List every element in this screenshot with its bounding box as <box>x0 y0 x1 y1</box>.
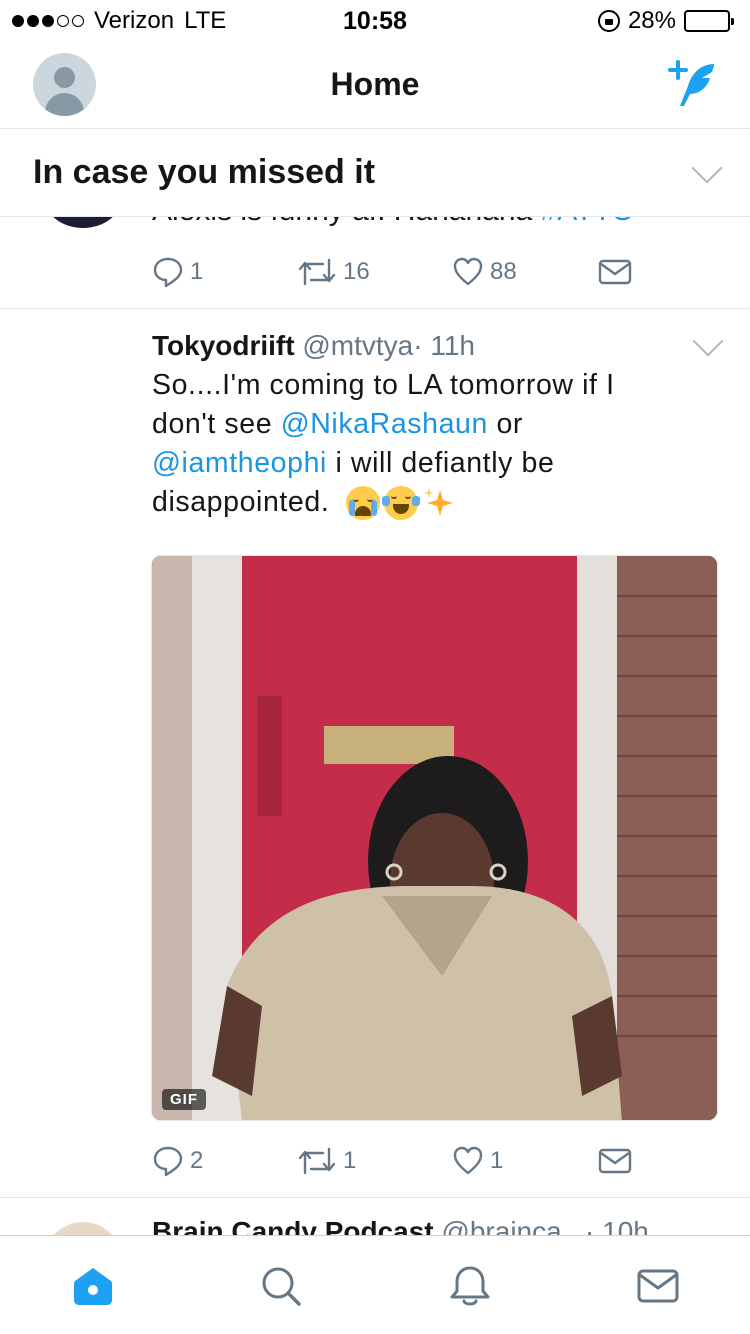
section-title: In case you missed it <box>33 153 376 191</box>
section-header: In case you missed it <box>0 129 750 217</box>
divider <box>0 1197 750 1198</box>
heart-icon <box>453 257 483 286</box>
notifications-icon[interactable] <box>448 1264 492 1308</box>
status-bar: Verizon LTE 10:58 28% <box>0 0 750 40</box>
messages-icon[interactable] <box>636 1264 680 1308</box>
retweet-icon <box>298 1147 336 1175</box>
tweet-timestamp: · 11h <box>413 330 476 361</box>
like-button[interactable]: 1 <box>452 1145 503 1177</box>
battery-icon <box>684 10 734 32</box>
gif-frame-image <box>152 556 717 1120</box>
retweet-count: 1 <box>343 1147 357 1174</box>
reply-count: 1 <box>190 258 204 285</box>
envelope-icon <box>598 1148 632 1174</box>
home-icon[interactable] <box>71 1264 115 1308</box>
crying-face-emoji <box>345 486 380 521</box>
retweet-icon <box>298 258 336 286</box>
direct-message-button[interactable] <box>598 1145 632 1177</box>
reply-button[interactable]: 1 <box>152 256 203 288</box>
sparkles-emoji <box>422 486 456 520</box>
retweet-button[interactable]: 16 <box>297 256 370 288</box>
direct-message-button[interactable] <box>598 256 632 288</box>
retweet-button[interactable]: 1 <box>297 1145 356 1177</box>
author-handle[interactable]: @mtvtya <box>302 330 413 361</box>
top-navigation-bar: Home <box>0 40 750 129</box>
mention-link[interactable]: @iamtheophi <box>152 447 327 479</box>
tweet-options-chevron-icon[interactable] <box>692 325 724 357</box>
tweet-gif-media[interactable]: GIF <box>151 555 718 1121</box>
tweet-header: Tokyodriift @mtvtya· 11h <box>152 330 475 362</box>
battery-percent: 28% <box>627 7 676 34</box>
heart-icon <box>453 1146 483 1175</box>
divider <box>0 308 750 309</box>
reply-icon <box>153 257 183 288</box>
compose-tweet-icon[interactable] <box>664 60 720 110</box>
tweet-text: So....I'm coming to LA tomorrow if I don… <box>152 366 672 522</box>
search-icon[interactable] <box>259 1264 303 1308</box>
tears-of-joy-emoji <box>381 486 420 521</box>
gif-badge: GIF <box>162 1089 206 1110</box>
chevron-down-icon[interactable] <box>691 152 723 184</box>
reply-count: 2 <box>190 1147 204 1174</box>
like-count: 1 <box>490 1147 504 1174</box>
envelope-icon <box>598 259 632 285</box>
like-count: 88 <box>490 258 517 285</box>
bottom-tab-bar <box>0 1235 750 1334</box>
retweet-count: 16 <box>343 258 370 285</box>
orientation-lock-icon <box>597 10 620 32</box>
page-title: Home <box>330 66 420 102</box>
mention-link[interactable]: @NikaRashaun <box>281 408 488 440</box>
author-name[interactable]: Tokyodriift <box>152 330 295 361</box>
like-button[interactable]: 88 <box>452 256 517 288</box>
reply-icon <box>153 1146 183 1177</box>
reply-button[interactable]: 2 <box>152 1145 203 1177</box>
